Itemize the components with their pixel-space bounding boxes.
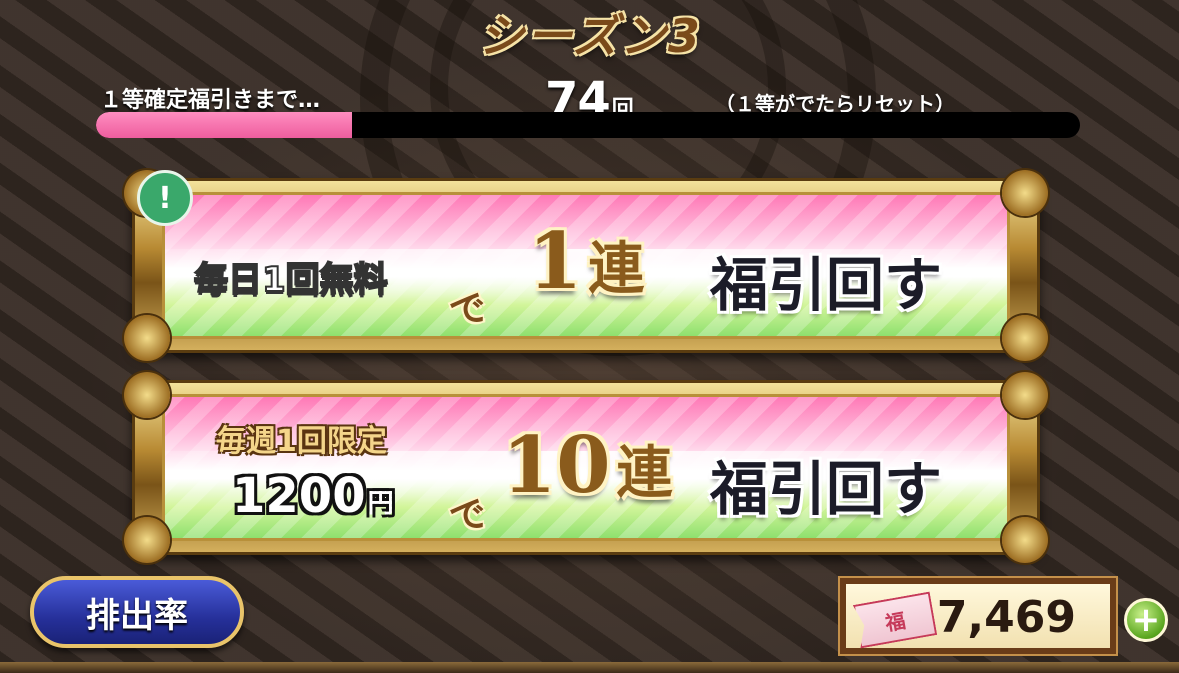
ornament-corner xyxy=(1002,170,1048,216)
draw-count-unit: 連 xyxy=(616,440,673,506)
ornament-corner xyxy=(124,517,170,563)
draw-count: 10 連 xyxy=(502,420,673,511)
ornament-corner xyxy=(124,372,170,418)
exclamation-badge-icon: ! xyxy=(137,170,193,226)
ornament-corner xyxy=(1002,517,1048,563)
free-condition-label: 毎日1回無料 xyxy=(193,259,389,301)
ticket-count: 7,469 xyxy=(936,592,1076,643)
bottom-frame xyxy=(0,662,1179,673)
price-unit: 円 xyxy=(367,489,394,519)
ornament-corner xyxy=(1002,372,1048,418)
ten-draw-banner[interactable]: 毎週1回限定 1200円 で 10 連 福引回す xyxy=(124,372,1048,563)
progress-bar xyxy=(96,112,1080,138)
fuku-ticket-icon: 福 xyxy=(853,592,937,649)
price-number: 1200 xyxy=(232,468,366,524)
draw-action-label: 福引回す xyxy=(710,251,943,319)
draw-count-number: 1 xyxy=(528,216,583,307)
ticket-counter: 福 7,469 xyxy=(838,576,1118,656)
drop-rates-button[interactable]: 排出率 xyxy=(30,576,244,648)
weekly-limit-label: 毎週1回限定 xyxy=(216,424,387,459)
season-title: シーズン3 xyxy=(478,9,702,63)
draw-count: 1連 xyxy=(528,216,644,307)
single-draw-banner[interactable]: 毎日1回無料 で 1連 福引回す xyxy=(124,170,1048,361)
draw-count-unit: 連 xyxy=(588,236,645,302)
price-label: 1200円 xyxy=(232,468,394,524)
progress-bar-fill xyxy=(96,112,352,138)
progress-label: １等確定福引きまで… xyxy=(100,88,321,113)
ornament-corner xyxy=(124,315,170,361)
draw-count-number: 10 xyxy=(502,420,611,511)
ornament-corner xyxy=(1002,315,1048,361)
plus-circle-icon[interactable]: + xyxy=(1124,598,1168,642)
draw-action-label: 福引回す xyxy=(710,455,943,523)
